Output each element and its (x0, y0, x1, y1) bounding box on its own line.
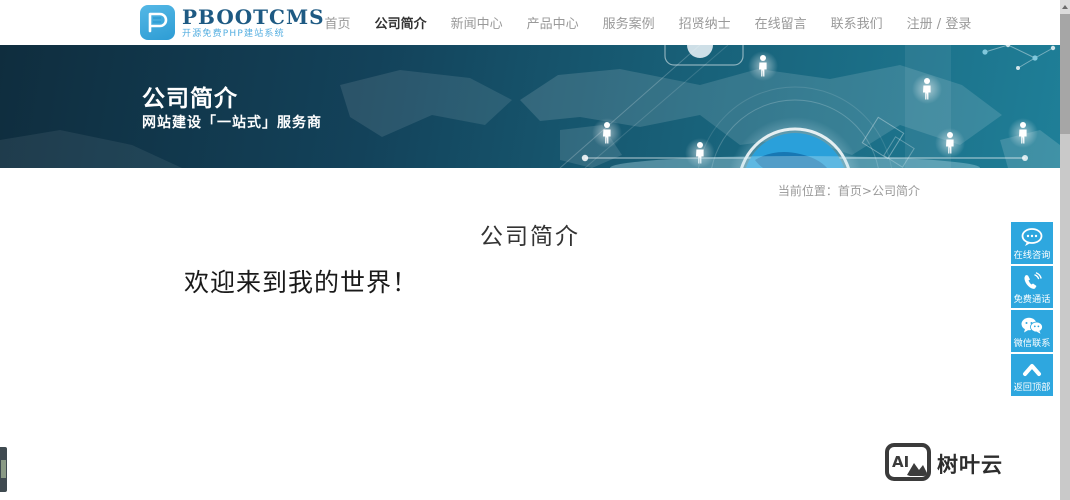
free-call-label: 免费通话 (1013, 294, 1051, 305)
site-logo[interactable]: PBOOTCMS 开源免费PHP建站系统 (140, 5, 325, 40)
page: PBOOTCMS 开源免费PHP建站系统 首页 公司简介 新闻中心 产品中心 服… (0, 0, 1070, 500)
phone-icon (1021, 270, 1043, 294)
logo-tagline: 开源免费PHP建站系统 (182, 28, 285, 39)
main-nav: 首页 公司简介 新闻中心 产品中心 服务案例 招贤纳士 在线留言 联系我们 注册… (325, 13, 972, 32)
nav-item-jobs[interactable]: 招贤纳士 (679, 13, 731, 32)
nav-item-home[interactable]: 首页 (325, 13, 351, 32)
arrow-up-icon (1021, 358, 1043, 382)
page-banner: 公司简介 网站建设「一站式」服务商 (0, 45, 1060, 168)
nav-item-news[interactable]: 新闻中心 (451, 13, 503, 32)
back-to-top-label: 返回顶部 (1013, 382, 1051, 393)
scroll-up-icon (1062, 5, 1068, 9)
nav-item-products[interactable]: 产品中心 (527, 13, 579, 32)
nav-item-login[interactable]: 注册 / 登录 (907, 13, 972, 32)
side-panel-handle-grip (1, 460, 6, 478)
page-title: 公司简介 (480, 224, 580, 250)
online-consult-label: 在线咨询 (1013, 250, 1051, 261)
watermark: AI 树叶云 (885, 443, 1003, 485)
breadcrumb-current-link[interactable]: 公司简介 (872, 184, 920, 198)
scrollbar-up-button[interactable] (1060, 0, 1070, 14)
breadcrumb-prefix: 当前位置： (777, 184, 838, 198)
breadcrumb: 当前位置：首页>公司简介 (140, 168, 920, 199)
side-panel-handle[interactable] (0, 447, 7, 492)
nav-item-cases[interactable]: 服务案例 (603, 13, 655, 32)
breadcrumb-separator: > (861, 184, 872, 198)
wechat-contact-button[interactable]: 微信联系 (1011, 310, 1053, 352)
svg-text:AI: AI (892, 453, 909, 471)
nav-item-message[interactable]: 在线留言 (755, 13, 807, 32)
banner-title: 公司简介 (142, 86, 238, 112)
vertical-scrollbar[interactable] (1060, 0, 1070, 500)
nav-item-about[interactable]: 公司简介 (375, 13, 427, 32)
wechat-icon (1020, 314, 1044, 338)
nav-item-contact[interactable]: 联系我们 (831, 13, 883, 32)
site-header: PBOOTCMS 开源免费PHP建站系统 首页 公司简介 新闻中心 产品中心 服… (0, 0, 1060, 45)
floating-toolbar: 在线咨询 免费通话 微信联系 返回顶部 (1011, 222, 1053, 396)
browser-viewport: PBOOTCMS 开源免费PHP建站系统 首页 公司简介 新闻中心 产品中心 服… (0, 0, 1060, 500)
about-content: 欢迎来到我的世界！ (140, 263, 920, 299)
banner-subtitle: 网站建设「一站式」服务商 (142, 115, 322, 131)
watermark-label: 树叶云 (937, 453, 1003, 477)
ai-image-icon: AI (885, 443, 931, 485)
pbootcms-logo-icon (140, 5, 175, 40)
breadcrumb-home-link[interactable]: 首页 (838, 184, 862, 198)
chat-icon (1020, 226, 1044, 250)
wechat-contact-label: 微信联系 (1013, 338, 1051, 349)
free-call-button[interactable]: 免费通话 (1011, 266, 1053, 308)
logo-name: PBOOTCMS (182, 4, 325, 29)
scrollbar-thumb[interactable] (1060, 14, 1070, 134)
about-content-text: 欢迎来到我的世界！ (184, 268, 419, 297)
back-to-top-button[interactable]: 返回顶部 (1011, 354, 1053, 396)
online-consult-button[interactable]: 在线咨询 (1011, 222, 1053, 264)
